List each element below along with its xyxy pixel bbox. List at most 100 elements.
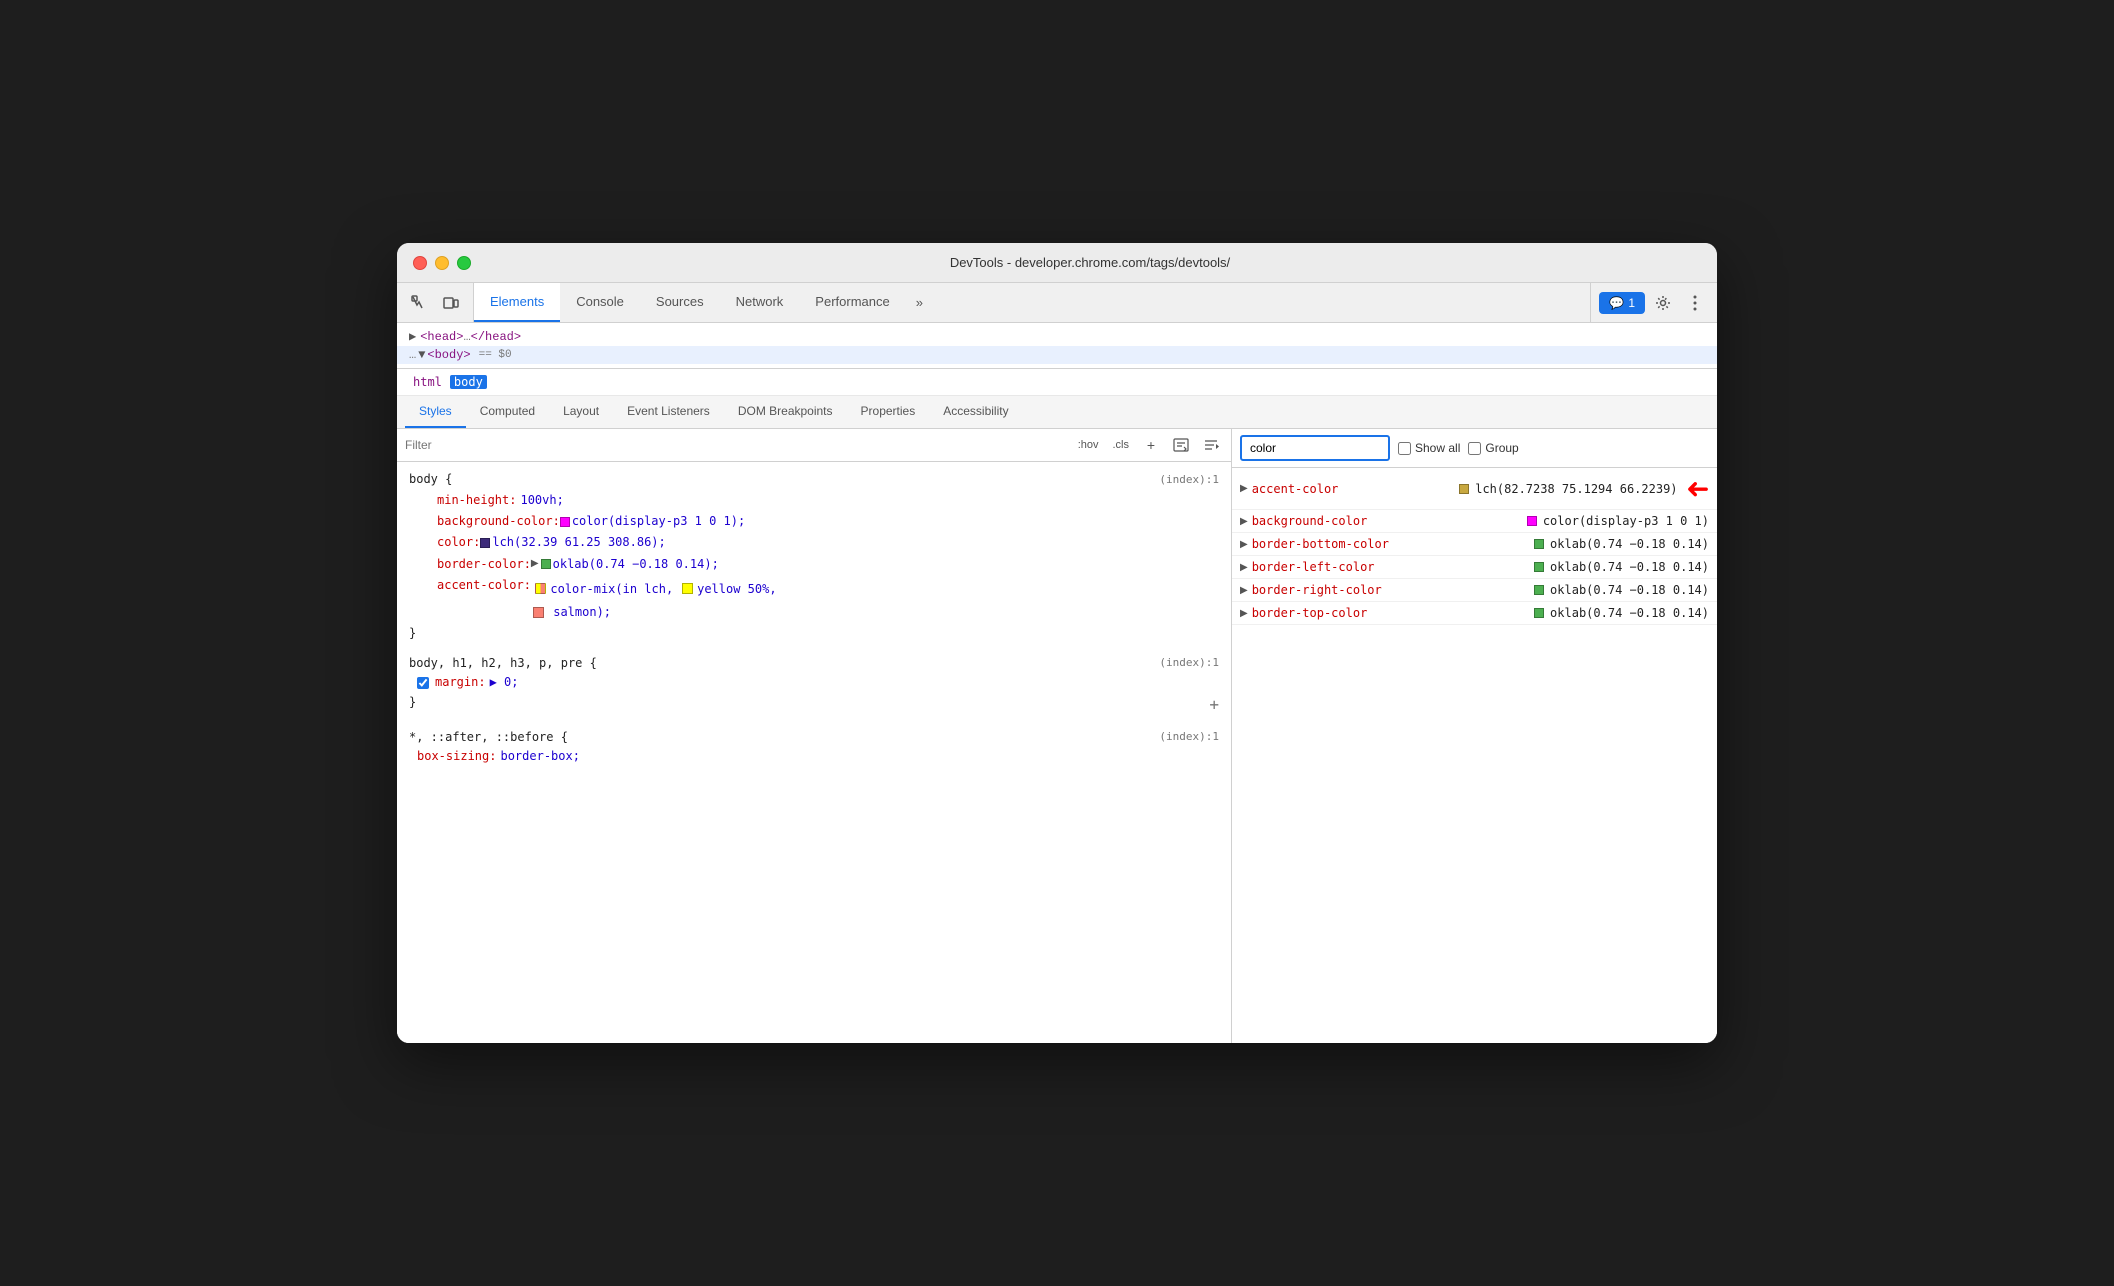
css-accent-color-line2: salmon); xyxy=(397,602,1231,624)
salmon-swatch[interactable] xyxy=(533,607,544,618)
computed-item-header-border-right[interactable]: ▶ border-right-color oklab(0.74 −0.18 0.… xyxy=(1232,579,1717,601)
computed-arrow-border-left: ▶ xyxy=(1240,562,1248,573)
margin-checkbox[interactable] xyxy=(417,677,429,689)
computed-prop-bg: background-color xyxy=(1252,514,1527,528)
css-prop-color[interactable]: color: lch(32.39 61.25 308.86); xyxy=(397,532,1231,553)
maximize-button[interactable] xyxy=(457,256,471,270)
computed-item-border-bottom: ▶ border-bottom-color oklab(0.74 −0.18 0… xyxy=(1232,533,1717,556)
border-left-swatch[interactable] xyxy=(1534,562,1544,572)
color-swatch[interactable] xyxy=(480,538,490,548)
computed-prop-border-top: border-top-color xyxy=(1252,606,1534,620)
filter-input[interactable] xyxy=(405,438,1068,452)
computed-item-header-border-bottom[interactable]: ▶ border-bottom-color oklab(0.74 −0.18 0… xyxy=(1232,533,1717,555)
sub-tab-properties[interactable]: Properties xyxy=(847,396,930,428)
accent-color-val: lch(82.7238 75.1294 66.2239) xyxy=(1475,482,1677,496)
tab-elements[interactable]: Elements xyxy=(474,283,560,322)
sub-tab-accessibility[interactable]: Accessibility xyxy=(929,396,1022,428)
computed-value-border-top: oklab(0.74 −0.18 0.14) xyxy=(1534,606,1709,620)
css-source-2[interactable]: (index):1 xyxy=(1159,656,1219,670)
tab-sources[interactable]: Sources xyxy=(640,283,720,322)
css-selector-3[interactable]: *, ::after, ::before { xyxy=(409,730,568,744)
tab-network[interactable]: Network xyxy=(720,283,800,322)
computed-item-header-accent[interactable]: ▶ accent-color lch(82.7238 75.1294 66.22… xyxy=(1232,468,1717,509)
css-prop-min-height[interactable]: min-height: 100vh; xyxy=(397,490,1231,511)
settings-button[interactable] xyxy=(1649,289,1677,317)
computed-item-header-bg[interactable]: ▶ background-color color(display-p3 1 0 … xyxy=(1232,510,1717,532)
computed-item-header-border-left[interactable]: ▶ border-left-color oklab(0.74 −0.18 0.1… xyxy=(1232,556,1717,578)
computed-item-border-right: ▶ border-right-color oklab(0.74 −0.18 0.… xyxy=(1232,579,1717,602)
styles-panel: :hov .cls + xyxy=(397,429,1232,1043)
background-color-swatch[interactable] xyxy=(560,517,570,527)
more-options-button[interactable] xyxy=(1681,289,1709,317)
border-bottom-swatch[interactable] xyxy=(1534,539,1544,549)
top-toolbar: Elements Console Sources Network Perform… xyxy=(397,283,1717,323)
toggle-changes-button[interactable] xyxy=(1199,433,1223,457)
css-prop-background-color[interactable]: background-color: color(display-p3 1 0 1… xyxy=(397,511,1231,532)
panel-tabs: Elements Console Sources Network Perform… xyxy=(474,283,1590,322)
group-label[interactable]: Group xyxy=(1468,441,1518,455)
computed-prop-accent: accent-color xyxy=(1252,482,1460,496)
minimize-button[interactable] xyxy=(435,256,449,270)
computed-item-header-border-top[interactable]: ▶ border-top-color oklab(0.74 −0.18 0.14… xyxy=(1232,602,1717,624)
css-prop-border-color[interactable]: border-color: ▶ oklab(0.74 −0.18 0.14); … xyxy=(397,554,1231,575)
add-style-rule-button[interactable]: + xyxy=(1139,433,1163,457)
css-source-body[interactable]: (index):1 xyxy=(1159,473,1219,486)
border-right-val: oklab(0.74 −0.18 0.14) xyxy=(1550,583,1709,597)
computed-arrow-border-bottom: ▶ xyxy=(1240,539,1248,550)
sub-tab-event-listeners[interactable]: Event Listeners xyxy=(613,396,724,428)
computed-item-border-top: ▶ border-top-color oklab(0.74 −0.18 0.14… xyxy=(1232,602,1717,625)
computed-prop-border-right: border-right-color xyxy=(1252,583,1534,597)
computed-search-input[interactable] xyxy=(1240,435,1390,461)
accent-color-computed-swatch[interactable] xyxy=(1459,484,1469,494)
tab-performance[interactable]: Performance xyxy=(799,283,905,322)
main-content: :hov .cls + xyxy=(397,429,1717,1043)
breadcrumb-html[interactable]: html xyxy=(409,375,446,389)
cls-button[interactable]: .cls xyxy=(1109,437,1134,453)
tab-more[interactable]: » xyxy=(906,283,933,322)
traffic-lights xyxy=(413,256,471,270)
breadcrumb-body[interactable]: body xyxy=(450,375,487,389)
bg-color-computed-swatch[interactable] xyxy=(1527,516,1537,526)
inspect-element-icon[interactable] xyxy=(405,289,433,317)
css-rule-header-2: body, h1, h2, h3, p, pre { (index):1 xyxy=(397,654,1231,672)
dom-head-line[interactable]: ▶ <head> … </head> xyxy=(397,327,1717,346)
css-prop-margin[interactable]: margin: ▶ 0; xyxy=(397,672,1231,693)
dom-body-line[interactable]: … ▼ <body> == $0 xyxy=(397,346,1717,364)
show-all-checkbox[interactable] xyxy=(1398,442,1411,455)
comment-count: 1 xyxy=(1628,296,1635,310)
bg-color-val: color(display-p3 1 0 1) xyxy=(1543,514,1709,528)
computed-item-border-left: ▶ border-left-color oklab(0.74 −0.18 0.1… xyxy=(1232,556,1717,579)
css-rule-header-3: *, ::after, ::before { (index):1 xyxy=(397,728,1231,746)
css-source-3[interactable]: (index):1 xyxy=(1159,730,1219,744)
new-style-rule-button[interactable] xyxy=(1169,433,1193,457)
css-selector-2[interactable]: body, h1, h2, h3, p, pre { xyxy=(409,656,597,670)
add-rule-button[interactable]: + xyxy=(1209,695,1219,714)
computed-item-bg-color: ▶ background-color color(display-p3 1 0 … xyxy=(1232,510,1717,533)
dom-area: ▶ <head> … </head> … ▼ <body> == $0 xyxy=(397,323,1717,369)
comment-button[interactable]: 💬 1 xyxy=(1599,292,1645,314)
sub-tab-computed[interactable]: Computed xyxy=(466,396,549,428)
yellow-swatch[interactable] xyxy=(682,583,693,594)
border-top-swatch[interactable] xyxy=(1534,608,1544,618)
hov-button[interactable]: :hov xyxy=(1074,437,1103,453)
css-prop-accent-color[interactable]: accent-color: color-mix(in lch, yellow 5… xyxy=(397,575,1231,603)
close-button[interactable] xyxy=(413,256,427,270)
tab-console[interactable]: Console xyxy=(560,283,640,322)
computed-arrow-bg: ▶ xyxy=(1240,516,1248,527)
border-top-val: oklab(0.74 −0.18 0.14) xyxy=(1550,606,1709,620)
border-right-swatch[interactable] xyxy=(1534,585,1544,595)
group-checkbox[interactable] xyxy=(1468,442,1481,455)
computed-arrow-accent: ▶ xyxy=(1240,483,1248,494)
computed-value-accent: lch(82.7238 75.1294 66.2239) xyxy=(1459,482,1677,496)
sub-tab-layout[interactable]: Layout xyxy=(549,396,613,428)
sub-tab-dom-breakpoints[interactable]: DOM Breakpoints xyxy=(724,396,847,428)
computed-arrow-border-top: ▶ xyxy=(1240,608,1248,619)
border-color-swatch[interactable] xyxy=(541,559,551,569)
css-selector-body[interactable]: body { xyxy=(409,472,452,486)
show-all-label[interactable]: Show all xyxy=(1398,441,1460,455)
toolbar-icons xyxy=(397,283,474,322)
device-toggle-icon[interactable] xyxy=(437,289,465,317)
accent-color-swatch[interactable] xyxy=(535,583,546,594)
css-prop-box-sizing[interactable]: box-sizing: border-box; xyxy=(397,746,1231,767)
sub-tab-styles[interactable]: Styles xyxy=(405,396,466,428)
